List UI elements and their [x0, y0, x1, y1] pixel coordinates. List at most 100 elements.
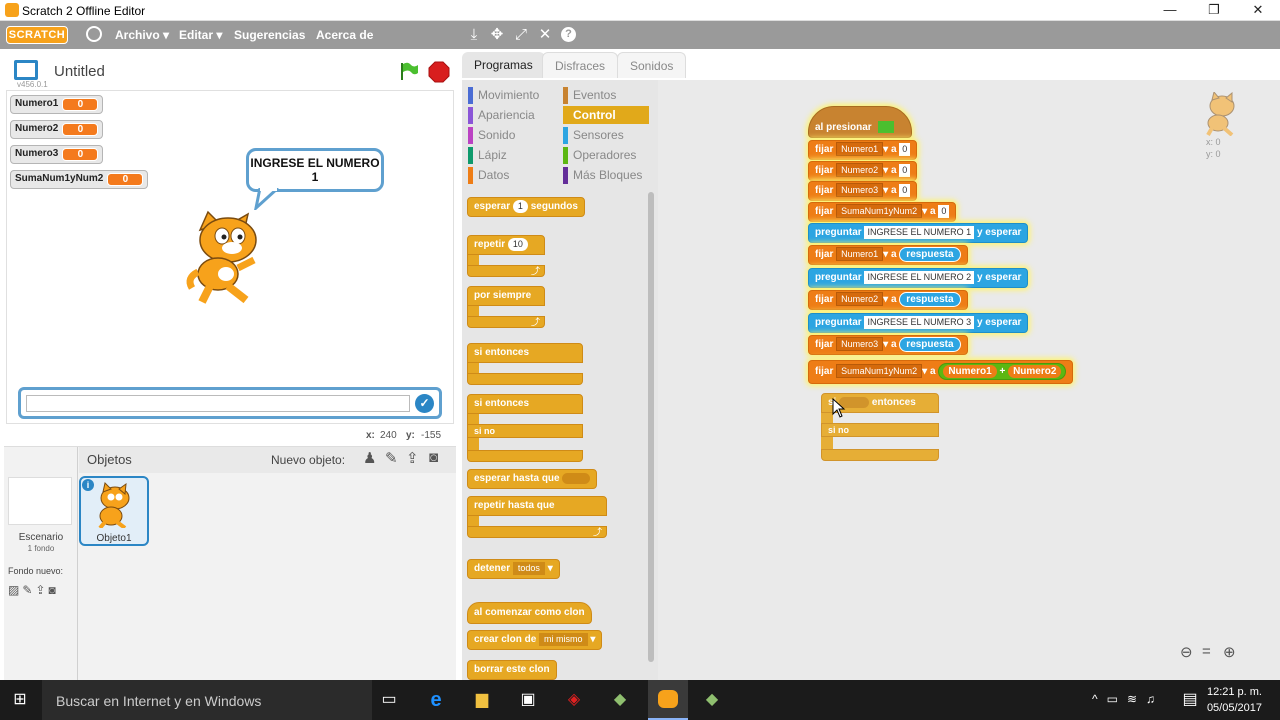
variable-monitor-suma[interactable]: SumaNum1yNum2 0	[10, 170, 149, 189]
help-icon[interactable]: ?	[561, 27, 576, 42]
green-flag-icon[interactable]	[398, 60, 420, 82]
answer-input[interactable]	[26, 395, 410, 412]
zoom-in-icon[interactable]: ⊕	[1223, 643, 1236, 661]
project-title[interactable]: Untitled	[54, 63, 105, 80]
menu-editar[interactable]: Editar ▾	[179, 28, 222, 42]
stage-column: Escenario 1 fondo Fondo nuevo: ▨✎⇪◙	[4, 447, 78, 681]
tab-disfraces[interactable]: Disfraces	[542, 52, 619, 78]
set-numero3-answer-block[interactable]: fijar Numero3 ▾ a respuesta	[808, 335, 968, 355]
app-icon[interactable]: ◆	[608, 688, 632, 712]
block-repeat-until[interactable]: repetir hasta que ⤴	[467, 496, 607, 538]
language-globe-icon[interactable]	[86, 26, 102, 42]
scratch-taskbar-icon	[658, 690, 678, 708]
presentation-mode-icon[interactable]	[14, 60, 38, 80]
stage-thumbnail[interactable]	[8, 477, 72, 525]
mouse-y-value: -155	[421, 430, 442, 441]
zoom-out-icon[interactable]: ⊖	[1180, 643, 1193, 661]
category-control[interactable]: Control	[563, 106, 649, 124]
menu-acerca-de[interactable]: Acerca de	[316, 28, 373, 42]
block-stop[interactable]: detener todos ▾	[467, 559, 560, 579]
search-box[interactable]: Buscar en Internet y en Windows	[42, 680, 372, 720]
menu-archivo[interactable]: Archivo ▾	[115, 28, 169, 42]
category-lapiz[interactable]: Lápiz	[468, 146, 560, 164]
set-suma-operator-block[interactable]: fijar SumaNum1yNum2 ▾ a Numero1 + Numero2	[808, 360, 1074, 384]
category-eventos[interactable]: Eventos	[563, 86, 649, 104]
set-numero2-answer-block[interactable]: fijar Numero2 ▾ a respuesta	[808, 290, 968, 310]
ask-answer-box: ✓	[18, 387, 442, 419]
camera-icon[interactable]: ◙	[429, 449, 438, 466]
upload-sprite-icon[interactable]: ⇪	[406, 449, 419, 467]
title-bar: Scratch 2 Offline Editor — ❐ ✕	[0, 0, 1280, 21]
scripts-area[interactable]: al presionar fijar Numero1 ▾ a 0 fijar Nu…	[658, 80, 1280, 680]
variable-monitor-numero3[interactable]: Numero3 0	[10, 145, 104, 164]
addition-operator[interactable]: Numero1 + Numero2	[938, 362, 1067, 380]
clock-time[interactable]: 12:21 p. m.	[1206, 686, 1262, 698]
category-sensores[interactable]: Sensores	[563, 126, 649, 144]
sprites-header: Objetos Nuevo objeto: ♟ ✎ ⇪ ◙	[79, 447, 456, 473]
action-center-icon[interactable]: ▤	[1178, 688, 1202, 712]
minimize-button[interactable]: —	[1148, 0, 1192, 21]
set-numero2-block[interactable]: fijar Numero2 ▾ a 0	[808, 161, 918, 181]
ask-numero1-block[interactable]: preguntar INGRESE EL NUMERO 1 y esperar	[808, 223, 1029, 243]
variable-value: 0	[62, 123, 99, 136]
tab-sonidos[interactable]: Sonidos	[617, 52, 687, 78]
stamp-icon[interactable]: ⤓	[465, 26, 483, 44]
palette-scrollbar[interactable]	[648, 192, 654, 662]
block-delete-clone[interactable]: borrar este clon	[467, 660, 557, 680]
set-numero3-block[interactable]: fijar Numero3 ▾ a 0	[808, 181, 918, 201]
paint-sprite-icon[interactable]: ✎	[385, 449, 398, 467]
ask-numero2-block[interactable]: preguntar INGRESE EL NUMERO 2 y esperar	[808, 268, 1029, 288]
task-view-icon[interactable]: ▭	[377, 688, 401, 712]
category-sonido[interactable]: Sonido	[468, 126, 560, 144]
block-if-then[interactable]: si entonces	[467, 343, 583, 385]
scratch-taskbar-button[interactable]	[648, 680, 688, 720]
windows-start-icon[interactable]: ⊞	[8, 688, 32, 712]
tab-programas[interactable]: Programas	[462, 52, 545, 78]
block-wait-until[interactable]: esperar hasta que	[467, 469, 598, 489]
variable-monitor-numero2[interactable]: Numero2 0	[10, 120, 104, 139]
choose-sprite-icon[interactable]: ♟	[363, 449, 376, 467]
block-wait[interactable]: esperar 1 segundos	[467, 197, 585, 217]
block-forever[interactable]: por siempre ⤴	[467, 286, 545, 328]
expand-icon[interactable]: ⤢	[512, 26, 530, 44]
version-label: v456.0.1	[17, 80, 48, 89]
variable-monitor-numero1[interactable]: Numero1 0	[10, 95, 104, 114]
ask-numero3-block[interactable]: preguntar INGRESE EL NUMERO 3 y esperar	[808, 313, 1029, 333]
set-numero1-block[interactable]: fijar Numero1 ▾ a 0	[808, 140, 918, 160]
acrobat-icon[interactable]: ◈	[562, 688, 586, 712]
zoom-reset-icon[interactable]: =	[1202, 643, 1211, 660]
new-backdrop-label: Fondo nuevo:	[8, 566, 64, 576]
block-repeat[interactable]: repetir 10 ⤴	[467, 235, 545, 277]
sprite-thumbnail-objeto1[interactable]: i Objeto1	[79, 476, 149, 546]
block-create-clone[interactable]: crear clon de mi mismo ▾	[467, 630, 603, 650]
shrink-icon[interactable]: ✕	[536, 26, 554, 44]
store-icon[interactable]: ▣	[516, 688, 540, 712]
variable-name: Numero2	[15, 123, 59, 134]
new-backdrop-icons[interactable]: ▨✎⇪◙	[8, 583, 59, 597]
block-when-clone-starts[interactable]: al comenzar como clon	[467, 602, 592, 624]
category-movimiento[interactable]: Movimiento	[468, 86, 560, 104]
maximize-button[interactable]: ❐	[1192, 0, 1236, 21]
category-datos[interactable]: Datos	[468, 166, 560, 184]
close-button[interactable]: ✕	[1236, 0, 1280, 21]
set-numero1-answer-block[interactable]: fijar Numero1 ▾ a respuesta	[808, 245, 968, 265]
system-tray-icons[interactable]: ^▭≋♫	[1092, 692, 1164, 706]
app-icon-2[interactable]: ◆	[700, 688, 724, 712]
file-explorer-icon[interactable]: ▆	[470, 688, 494, 712]
category-mas-bloques[interactable]: Más Bloques	[563, 166, 649, 184]
block-if-else[interactable]: si entonces si no	[467, 394, 583, 462]
variable-name: Numero3	[15, 148, 59, 159]
grow-icon[interactable]: ✥	[488, 26, 506, 44]
when-flag-clicked-block[interactable]: al presionar	[808, 106, 912, 138]
submit-check-icon[interactable]: ✓	[415, 394, 434, 413]
stop-sign-icon[interactable]	[428, 61, 450, 83]
cat-sprite[interactable]	[182, 208, 278, 308]
menu-sugerencias[interactable]: Sugerencias	[234, 28, 305, 42]
search-placeholder: Buscar en Internet y en Windows	[56, 693, 262, 709]
set-suma-block[interactable]: fijar SumaNum1yNum2 ▾ a 0	[808, 202, 957, 222]
scratch-logo[interactable]: SCRATCH	[6, 26, 68, 44]
edge-browser-icon[interactable]: e	[424, 688, 448, 712]
clock-date[interactable]: 05/05/2017	[1206, 702, 1262, 714]
category-apariencia[interactable]: Apariencia	[468, 106, 560, 124]
category-operadores[interactable]: Operadores	[563, 146, 649, 164]
